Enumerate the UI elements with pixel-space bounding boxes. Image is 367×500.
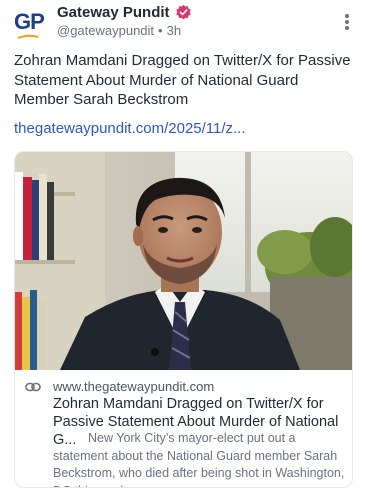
- post-header: GP Gateway Pundit @gatewaypundit • 3h: [0, 0, 367, 46]
- logo-text: GP: [14, 9, 45, 34]
- post-link[interactable]: thegatewaypundit.com/2025/11/z...: [14, 120, 246, 137]
- more-options-button[interactable]: [343, 12, 351, 32]
- link-preview-card[interactable]: www.thegatewaypundit.com Zohran Mamdani …: [14, 151, 353, 488]
- post-text: Zohran Mamdani Dragged on Twitter/X for …: [14, 52, 351, 108]
- logo-swoosh-icon: [17, 34, 39, 39]
- more-vertical-icon-dot: [345, 26, 349, 30]
- card-domain: www.thegatewaypundit.com: [53, 379, 215, 394]
- meta-separator: •: [158, 23, 163, 38]
- name-row: Gateway Pundit: [57, 4, 192, 21]
- account-avatar[interactable]: GP: [14, 9, 48, 41]
- more-vertical-icon-dot: [345, 20, 349, 24]
- card-body: www.thegatewaypundit.com Zohran Mamdani …: [15, 370, 352, 487]
- more-vertical-icon-dot: [345, 14, 349, 18]
- card-image[interactable]: [15, 152, 353, 370]
- link-icon: [25, 382, 41, 392]
- handle[interactable]: @gatewaypundit: [57, 23, 154, 38]
- display-name[interactable]: Gateway Pundit: [57, 4, 170, 21]
- verified-badge-icon: [175, 4, 191, 20]
- timestamp: 3h: [166, 23, 182, 38]
- meta-row: @gatewaypundit • 3h: [57, 23, 181, 38]
- card-description: New York City’s mayor-elect put out a st…: [53, 431, 345, 487]
